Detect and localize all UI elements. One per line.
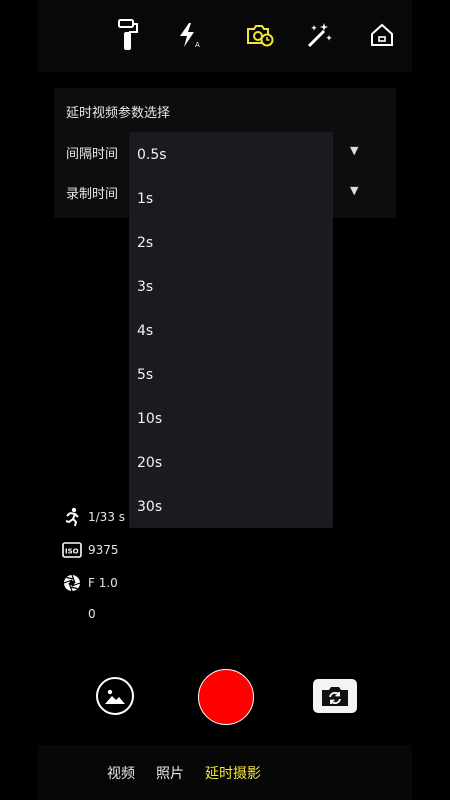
dropdown-option[interactable]: 3s <box>137 272 317 302</box>
dropdown-option[interactable]: 2s <box>137 228 317 258</box>
exposure-value: 0 <box>88 607 96 621</box>
exposure-icon <box>62 604 82 624</box>
gallery-icon <box>105 689 125 704</box>
top-toolbar: A <box>38 0 412 72</box>
shutter-speed-value: 1/33 s <box>88 510 126 524</box>
interval-dropdown-menu: 0.5s 1s 2s 3s 4s 5s 10s 20s 30s <box>129 132 333 528</box>
aperture-icon <box>62 573 82 593</box>
aperture-row[interactable]: F 1.0 <box>62 572 118 594</box>
iso-row[interactable]: ISO 9375 <box>62 539 119 561</box>
svg-text:A: A <box>195 41 200 49</box>
dropdown-option[interactable]: 30s <box>137 492 317 522</box>
dropdown-option[interactable]: 10s <box>137 404 317 434</box>
running-person-icon <box>62 507 82 527</box>
svg-text:ISO: ISO <box>65 548 79 556</box>
switch-camera-icon <box>322 687 348 706</box>
iso-icon: ISO <box>62 540 82 560</box>
tab-video[interactable]: 视频 <box>107 763 135 783</box>
home-icon[interactable] <box>365 18 399 52</box>
exposure-row[interactable]: 0 <box>62 603 96 625</box>
flash-auto-icon[interactable]: A <box>173 18 207 52</box>
gallery-button[interactable] <box>96 677 134 715</box>
interval-label: 间隔时间 <box>66 147 119 162</box>
record-button[interactable] <box>198 669 254 725</box>
iso-value: 9375 <box>88 543 119 557</box>
aperture-value: F 1.0 <box>88 576 118 590</box>
record-time-chevron-down-icon[interactable]: ▼ <box>350 184 358 197</box>
panel-title: 延时视频参数选择 <box>66 106 171 121</box>
interval-chevron-down-icon[interactable]: ▼ <box>350 144 358 157</box>
timelapse-camera-icon[interactable] <box>243 18 277 52</box>
switch-camera-button[interactable] <box>313 679 357 713</box>
record-time-label: 录制时间 <box>66 187 119 202</box>
dropdown-option[interactable]: 5s <box>137 360 317 390</box>
tab-timelapse[interactable]: 延时摄影 <box>205 763 261 783</box>
mode-tab-bar: 视频 照片 延时摄影 <box>38 745 412 800</box>
dropdown-option[interactable]: 1s <box>137 184 317 214</box>
dropdown-option[interactable]: 0.5s <box>137 140 317 170</box>
shutter-speed-row[interactable]: 1/33 s <box>62 506 125 528</box>
dropdown-option[interactable]: 4s <box>137 316 317 346</box>
gimbal-icon[interactable] <box>111 18 145 52</box>
magic-wand-icon[interactable] <box>302 18 336 52</box>
dropdown-option[interactable]: 20s <box>137 448 317 478</box>
tab-photo[interactable]: 照片 <box>156 763 184 783</box>
